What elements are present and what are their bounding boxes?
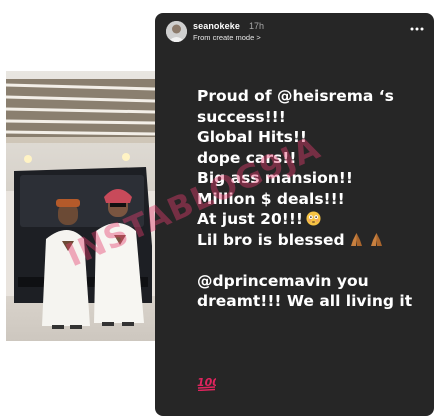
folded-hands-icon xyxy=(370,232,382,246)
story-spacer xyxy=(197,250,429,271)
flushed-face-icon xyxy=(306,211,321,226)
avatar-image xyxy=(166,21,187,42)
hundred-points-icon: 100 xyxy=(197,376,216,391)
story-line-1: Proud of @heisrema ‘s xyxy=(197,87,394,105)
avatar[interactable] xyxy=(166,21,187,42)
story-line-10: dreamt!!! We all living it xyxy=(197,292,413,310)
story-line-8: Lil bro is blessed xyxy=(197,230,429,251)
story-line-7: At just 20!!! xyxy=(197,209,429,230)
story-subtitle[interactable]: From create mode > xyxy=(193,33,261,42)
story-line-2: success!!! xyxy=(197,107,286,126)
story-username[interactable]: seanokeke xyxy=(193,21,240,31)
more-options-icon[interactable] xyxy=(409,21,425,37)
story-timestamp: 17h xyxy=(249,21,265,31)
folded-hands-icon xyxy=(350,232,362,246)
story-line-8-text: Lil bro is blessed xyxy=(197,230,345,249)
story-header: seanokeke 17h From create mode > xyxy=(161,18,427,44)
story-line-9: @dprincemavin you xyxy=(197,271,369,290)
